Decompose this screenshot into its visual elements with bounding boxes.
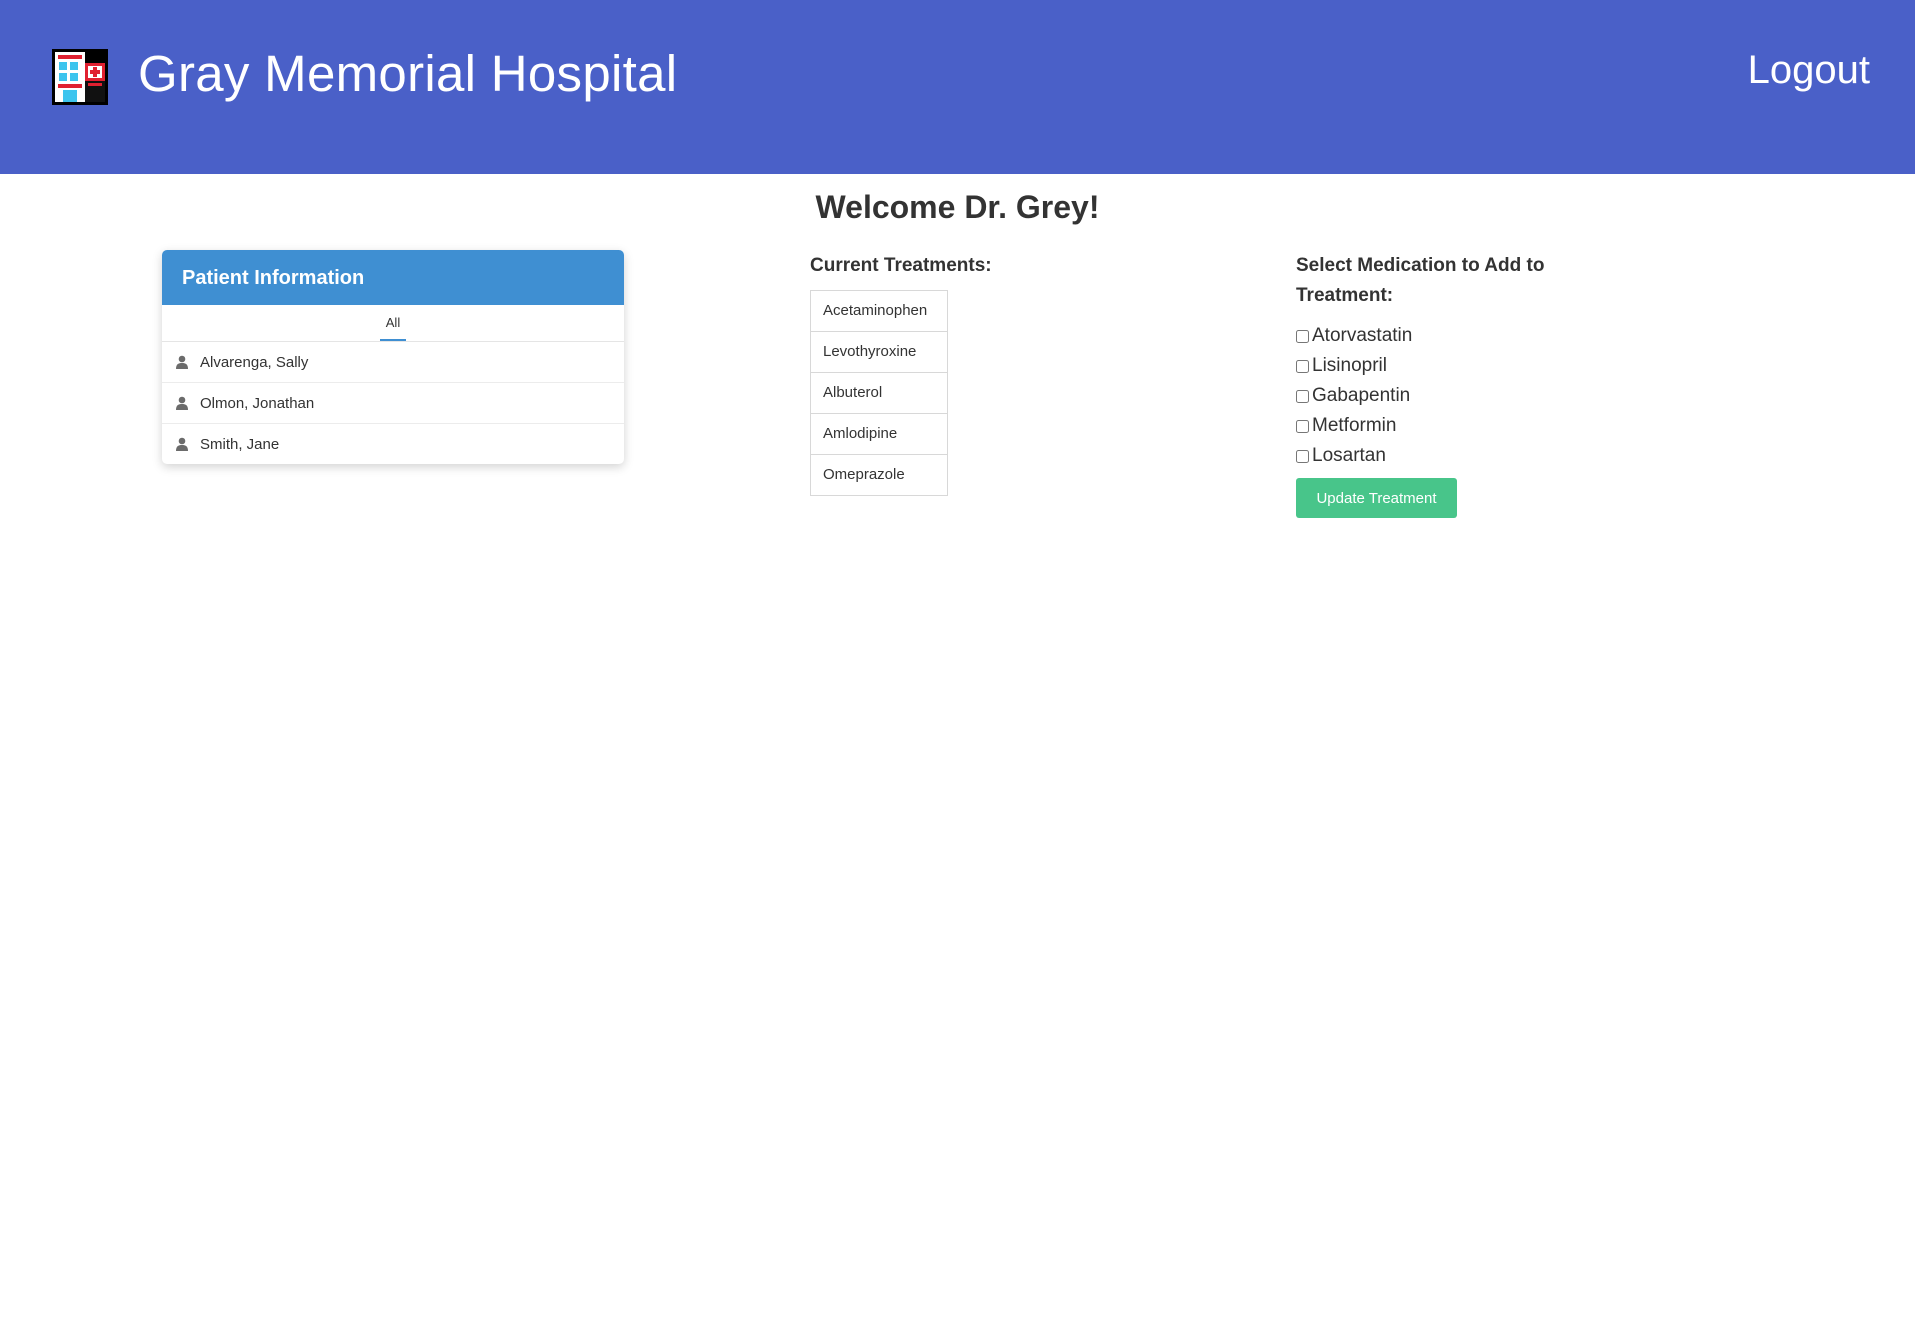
medication-checkbox-gabapentin[interactable]	[1296, 389, 1309, 403]
filter-tabs: All	[162, 305, 624, 342]
logout-link[interactable]: Logout	[1748, 48, 1870, 93]
medication-label: Losartan	[1312, 445, 1386, 466]
medication-label: Gabapentin	[1312, 385, 1411, 406]
person-icon	[176, 437, 188, 451]
medication-option[interactable]: Losartan	[1296, 441, 1412, 471]
select-medication-title: Select Medication to Add to Treatment:	[1296, 255, 1545, 306]
patient-name: Smith, Jane	[200, 435, 280, 453]
patient-information-panel: Patient Information All Alvarenga, Sally…	[162, 250, 624, 464]
medication-checkbox-atorvastatin[interactable]	[1296, 329, 1309, 343]
treatment-item: Albuterol	[811, 373, 947, 414]
medication-options: Atorvastatin Lisinopril Gabapentin Metfo…	[1296, 321, 1412, 471]
patient-name: Alvarenga, Sally	[200, 353, 309, 371]
tab-all[interactable]: All	[379, 305, 407, 341]
site-title: Gray Memorial Hospital	[138, 45, 678, 102]
current-treatments-list: Acetaminophen Levothyroxine Albuterol Am…	[810, 290, 948, 496]
top-header: Gray Memorial Hospital Logout	[0, 0, 1915, 174]
medication-label: Atorvastatin	[1312, 325, 1413, 346]
medication-option[interactable]: Gabapentin	[1296, 381, 1412, 411]
person-icon	[176, 396, 188, 410]
panel-title: Patient Information	[162, 250, 624, 305]
patient-row[interactable]: Smith, Jane	[162, 424, 624, 464]
patient-row[interactable]: Olmon, Jonathan	[162, 383, 624, 424]
current-treatments-title: Current Treatments:	[810, 255, 992, 276]
medication-option[interactable]: Lisinopril	[1296, 351, 1412, 381]
patient-row[interactable]: Alvarenga, Sally	[162, 342, 624, 383]
medication-label: Metformin	[1312, 415, 1397, 436]
patient-name: Olmon, Jonathan	[200, 394, 315, 412]
medication-checkbox-losartan[interactable]	[1296, 449, 1309, 463]
medication-label: Lisinopril	[1312, 355, 1387, 376]
treatment-item: Amlodipine	[811, 414, 947, 455]
treatment-item: Levothyroxine	[811, 332, 947, 373]
medication-option[interactable]: Metformin	[1296, 411, 1412, 441]
update-treatment-button[interactable]: Update Treatment	[1296, 478, 1457, 518]
medication-option[interactable]: Atorvastatin	[1296, 321, 1412, 351]
treatment-item: Omeprazole	[811, 455, 947, 496]
hospital-icon	[52, 49, 108, 105]
welcome-heading: Welcome Dr. Grey!	[815, 189, 1100, 225]
treatment-item: Acetaminophen	[811, 291, 947, 332]
person-icon	[176, 355, 188, 369]
medication-checkbox-lisinopril[interactable]	[1296, 359, 1309, 373]
medication-checkbox-metformin[interactable]	[1296, 419, 1309, 433]
